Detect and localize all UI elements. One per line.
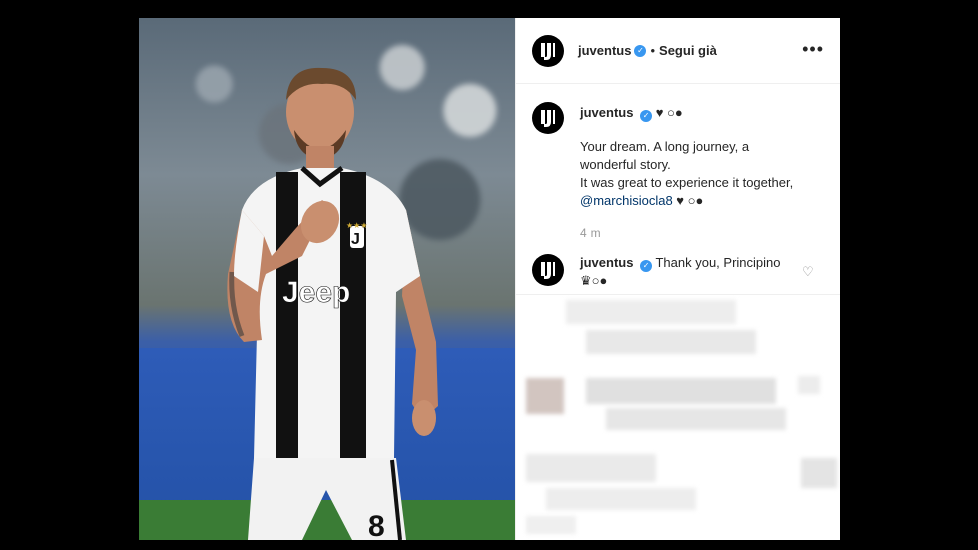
juventus-logo-icon <box>541 262 555 279</box>
caption-avatar[interactable] <box>532 102 564 134</box>
verified-badge-icon: ✓ <box>640 110 653 122</box>
post-photo[interactable]: 8 J ★★★ Jeep <box>139 18 515 540</box>
blurred-comment-1 <box>566 300 736 324</box>
svg-text:Jeep: Jeep <box>282 276 350 309</box>
caption-emoji: ♥ ○● <box>655 105 683 120</box>
comment-body: juventus ✓ Thank you, Principino ♛○● <box>580 254 790 290</box>
blurred-comment-3b <box>546 488 696 510</box>
verified-badge-icon: ✓ <box>634 44 647 57</box>
svg-text:J: J <box>351 231 360 248</box>
juventus-logo-icon <box>541 110 555 127</box>
mention-emoji: ♥ ○● <box>676 193 704 208</box>
blurred-comment-2b <box>606 408 786 430</box>
blurred-comment-2 <box>586 378 776 404</box>
caption-line-3: It was great to experience it together, <box>580 175 794 190</box>
header-username[interactable]: juventus <box>578 43 631 58</box>
post-header: juventus ✓ • Segui già ••• <box>516 18 840 84</box>
post-caption: juventus ✓ ♥ ○● Your dream. A long journ… <box>516 84 840 242</box>
juventus-avatar[interactable] <box>532 34 564 67</box>
follow-status-button[interactable]: Segui già <box>659 43 717 58</box>
divider <box>516 294 840 295</box>
separator-dot: • <box>650 43 656 58</box>
juventus-logo-icon <box>541 42 555 60</box>
verified-badge-icon: ✓ <box>640 260 653 272</box>
comments-panel: juventus ✓ • Segui già ••• juventus ✓ ♥ … <box>515 18 840 540</box>
blurred-comment-1b <box>586 330 756 354</box>
comment-item: juventus ✓ Thank you, Principino ♛○● ♡ <box>516 242 840 290</box>
caption-body: juventus ✓ ♥ ○● Your dream. A long journ… <box>580 102 793 242</box>
blurred-avatar <box>526 378 564 414</box>
player-figure: 8 J ★★★ Jeep <box>227 67 438 540</box>
blurred-comment-3 <box>526 454 656 482</box>
svg-text:★★★: ★★★ <box>346 221 368 230</box>
blurred-comment-3d <box>526 516 576 534</box>
caption-line-2: wonderful story. <box>580 157 671 172</box>
blurred-comment-3c <box>801 458 837 488</box>
comment-avatar[interactable] <box>532 254 564 286</box>
blurred-comment-2c <box>798 376 820 394</box>
comment-emoji: ♛○● <box>580 273 608 288</box>
mention-link[interactable]: @marchisiocla8 <box>580 193 673 208</box>
svg-text:8: 8 <box>368 510 385 540</box>
instagram-post-frame: 8 J ★★★ Jeep juventus ✓ • Segui già ••• … <box>139 18 840 540</box>
comment-text: Thank you, Principino <box>655 255 781 270</box>
comment-username[interactable]: juventus <box>580 255 633 270</box>
caption-line-1: Your dream. A long journey, a <box>580 139 750 154</box>
caption-username[interactable]: juventus <box>580 105 633 120</box>
more-options-icon[interactable]: ••• <box>802 40 824 58</box>
post-timestamp[interactable]: 4 m <box>580 224 793 242</box>
like-heart-icon[interactable]: ♡ <box>802 264 814 279</box>
